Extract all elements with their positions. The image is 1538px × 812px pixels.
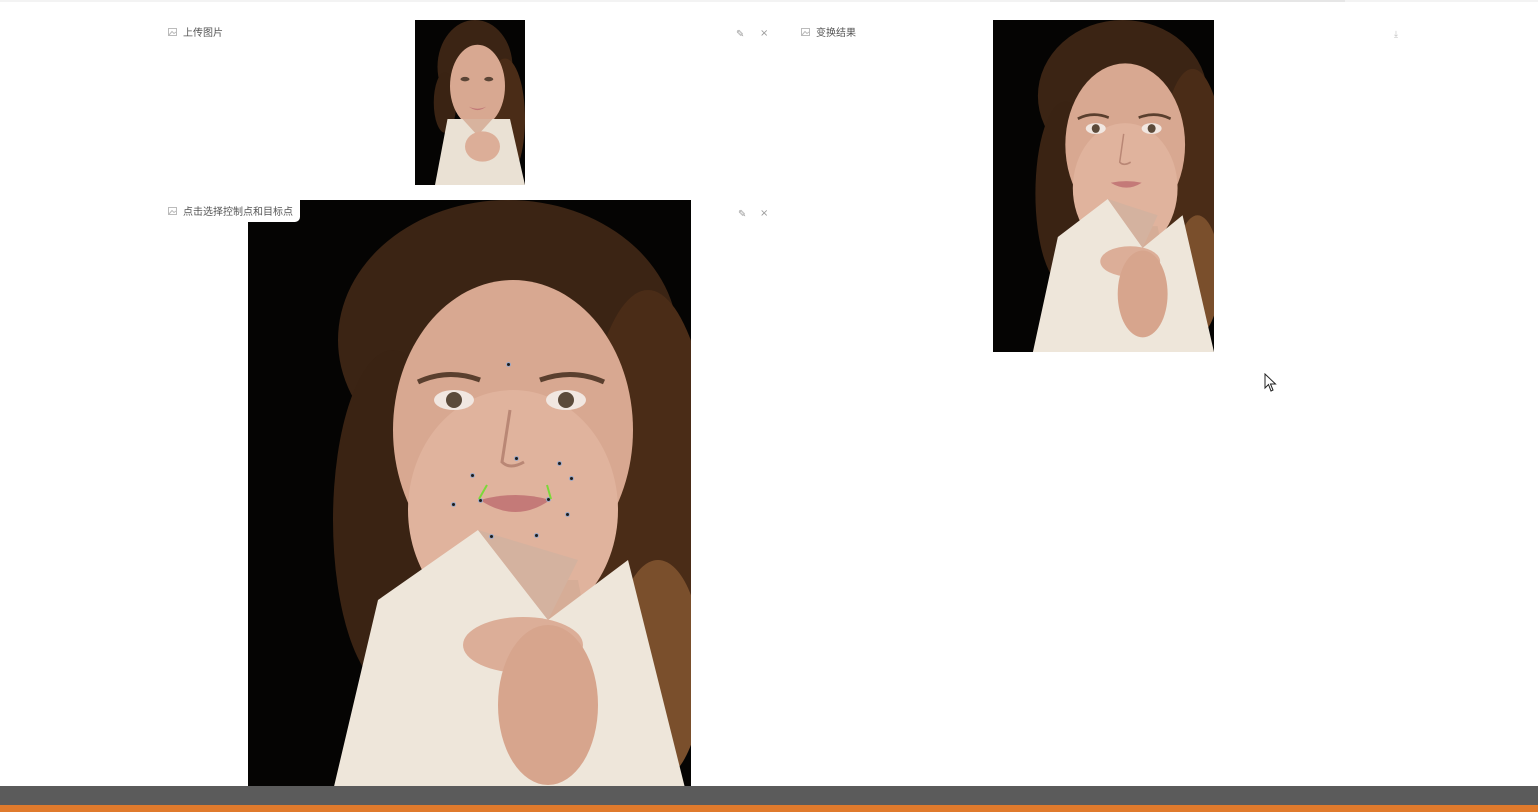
control-point[interactable]	[489, 534, 494, 539]
image-icon	[168, 206, 177, 215]
mouse-cursor-icon	[1264, 373, 1277, 392]
point-selection-canvas[interactable]	[248, 200, 691, 812]
control-point[interactable]	[565, 512, 570, 517]
select-points-panel-label: 点击选择控制点和目标点	[164, 200, 300, 222]
selected-point-drag-line-left	[478, 484, 488, 500]
control-point[interactable]	[451, 502, 456, 507]
image-icon	[801, 27, 810, 36]
download-icon[interactable]: ⤓	[1394, 30, 1398, 40]
top-progress-line	[1050, 0, 1345, 2]
upload-edit-icon[interactable]: ✎	[736, 30, 744, 40]
image-icon	[168, 27, 177, 36]
control-point[interactable]	[534, 533, 539, 538]
result-image	[993, 20, 1214, 352]
control-point[interactable]	[506, 362, 511, 367]
control-point[interactable]	[569, 476, 574, 481]
upload-panel-label: 上传图片	[164, 21, 230, 43]
select-points-edit-icon[interactable]: ✎	[738, 210, 746, 220]
bottom-status-bar	[0, 786, 1538, 805]
selected-point-drag-line-right	[546, 484, 552, 500]
control-point[interactable]	[557, 461, 562, 466]
upload-close-icon[interactable]: ×	[760, 29, 768, 39]
select-points-panel-title: 点击选择控制点和目标点	[183, 207, 293, 218]
control-point[interactable]	[514, 456, 519, 461]
result-panel-title: 变换结果	[816, 28, 856, 39]
uploaded-image-thumbnail[interactable]	[415, 20, 525, 185]
upload-panel-title: 上传图片	[183, 28, 223, 39]
select-points-close-icon[interactable]: ×	[760, 209, 768, 219]
control-point[interactable]	[470, 473, 475, 478]
result-panel-label: 变换结果	[797, 21, 863, 43]
bottom-accent-bar	[0, 805, 1538, 812]
